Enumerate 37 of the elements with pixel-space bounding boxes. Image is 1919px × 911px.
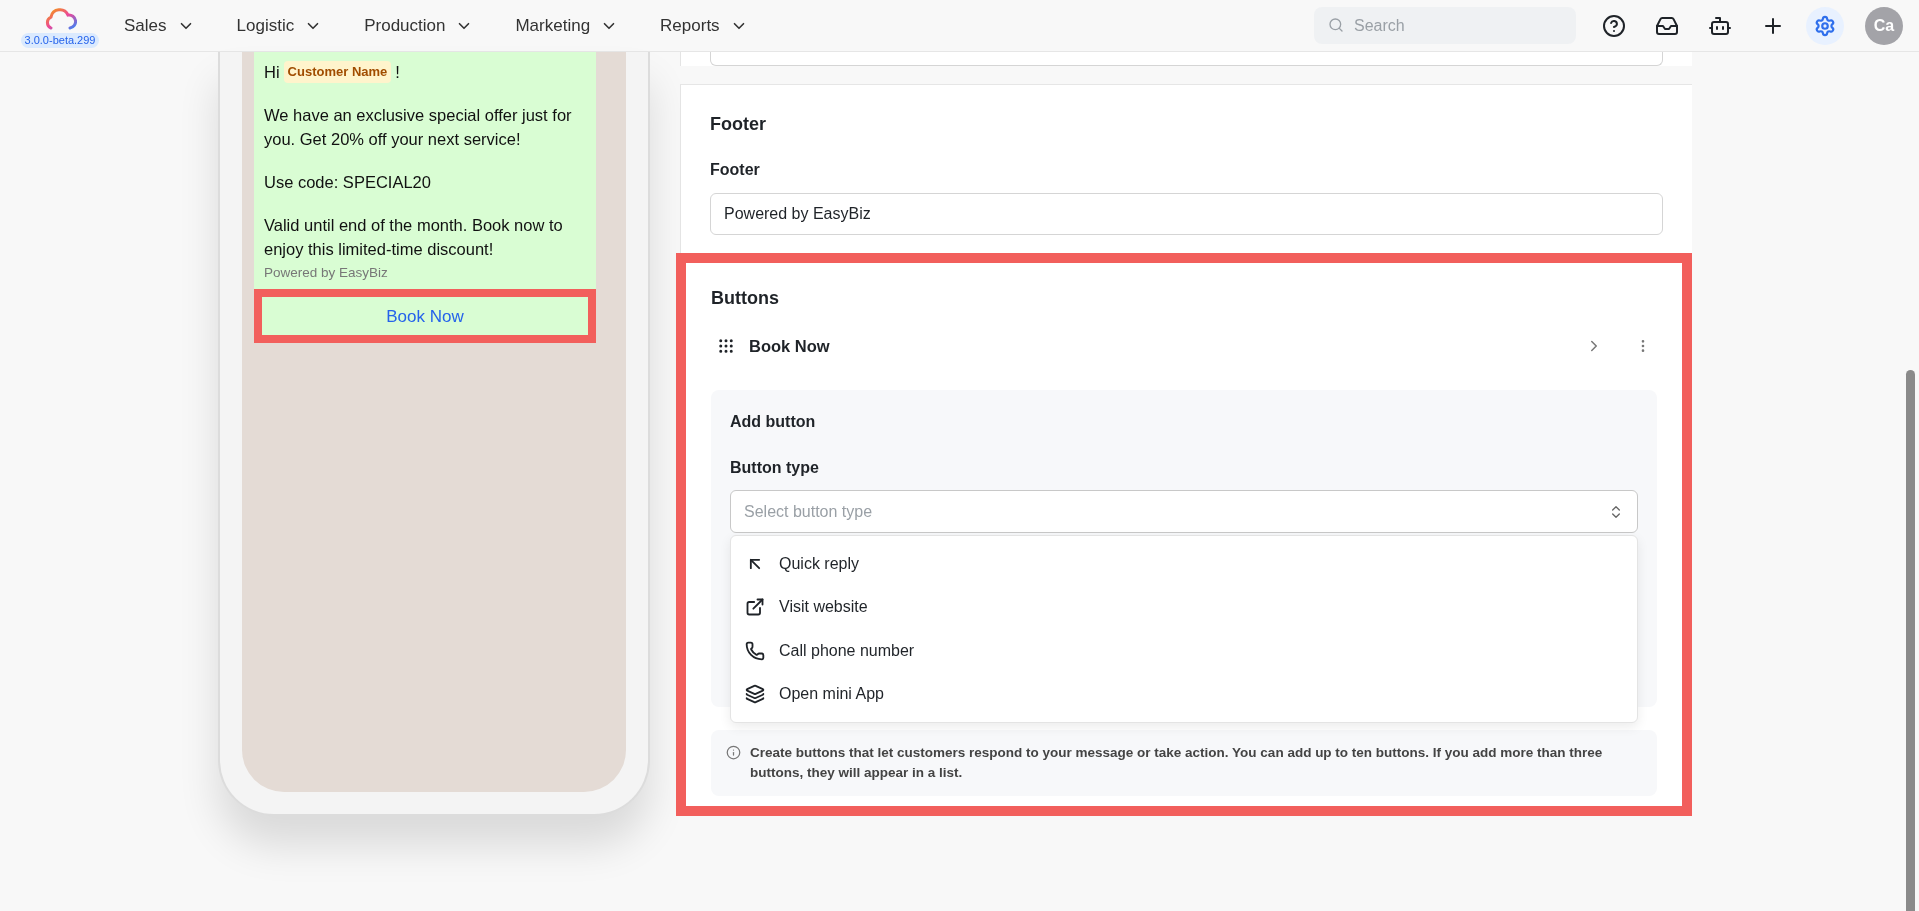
- message-text: Valid until end of the month. Book now to enjoy this limited-time discount!: [264, 215, 564, 260]
- settings-button[interactable]: [1806, 6, 1844, 45]
- help-icon[interactable]: [1602, 13, 1626, 38]
- version-badge: 3.0.0-beta.299: [20, 33, 100, 48]
- button-list-item[interactable]: Book Now: [711, 320, 1657, 372]
- dropdown-option[interactable]: Open mini App: [731, 672, 1637, 716]
- nav-menu[interactable]: Reports: [660, 12, 748, 39]
- cloud-logo-icon: [43, 7, 77, 31]
- variable-tag: Customer Name: [283, 61, 392, 83]
- dropdown-option[interactable]: Call phone number: [731, 629, 1637, 673]
- scrollbar[interactable]: [1906, 370, 1915, 911]
- greeting-text: !: [395, 62, 400, 83]
- field-label: Footer: [710, 160, 761, 180]
- card-title: Add button: [730, 412, 817, 432]
- footer-input[interactable]: Powered by EasyBiz: [710, 193, 1663, 235]
- dropdown-option[interactable]: Visit website: [731, 585, 1637, 629]
- info-text: Create buttons that let customers respond to your message or take action. You can add up to ten buttons. If you add more than three buttons, they will appear in a list.: [750, 744, 1604, 782]
- info-icon: [726, 745, 741, 760]
- message-footer: Powered by EasyBiz: [254, 263, 596, 284]
- website-option-icon: [745, 597, 765, 618]
- message-text: We have an exclusive special offer just for you. Get 20% off your next service!: [264, 105, 573, 150]
- phone-option-icon: [745, 640, 765, 661]
- dropdown-option[interactable]: Quick reply: [731, 542, 1637, 586]
- settings-icon: [1814, 14, 1836, 37]
- nav-menu[interactable]: Sales: [124, 12, 195, 39]
- nav-menu[interactable]: Logistic: [236, 12, 323, 39]
- search-icon: [1328, 17, 1344, 33]
- nav-menu[interactable]: Production: [364, 12, 474, 39]
- section-title: Buttons: [711, 287, 780, 310]
- message-text: Use code: SPECIAL20: [264, 172, 432, 193]
- field-label: Button type: [730, 458, 820, 478]
- section-title: Footer: [710, 113, 767, 136]
- search-field[interactable]: Search: [1314, 7, 1576, 44]
- greeting-text: Hi: [264, 62, 280, 83]
- app-option-icon: [745, 684, 765, 705]
- nav-menu[interactable]: Marketing: [515, 12, 619, 39]
- drag-handle-icon[interactable]: [717, 337, 735, 355]
